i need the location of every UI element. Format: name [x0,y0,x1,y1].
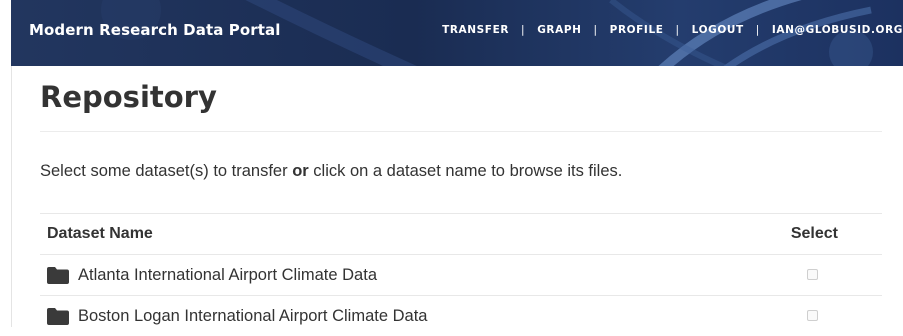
nav-separator: | [593,24,598,36]
dataset-name-link[interactable]: Boston Logan International Airport Clima… [78,307,427,326]
table-row: Boston Logan International Airport Clima… [40,295,882,336]
dataset-select-checkbox[interactable] [807,269,818,280]
main-nav: TRANSFER | GRAPH | PROFILE | LOGOUT | IA… [442,24,903,36]
dataset-table: Dataset Name Select Atlanta Internationa… [40,213,882,336]
nav-profile[interactable]: PROFILE [610,24,664,36]
nav-transfer[interactable]: TRANSFER [442,24,509,36]
window-left-edge [0,66,12,327]
dataset-name-link[interactable]: Atlanta International Airport Climate Da… [78,266,377,285]
instructions-part-2: click on a dataset name to browse its fi… [308,162,623,180]
table-row: Atlanta International Airport Climate Da… [40,254,882,295]
column-header-dataset-name: Dataset Name [47,225,153,242]
nav-separator: | [755,24,760,36]
top-navbar: Modern Research Data Portal TRANSFER | G… [11,0,903,66]
table-header-row: Dataset Name Select [40,213,882,254]
nav-user-email[interactable]: IAN@GLOBUSID.ORG [772,24,903,36]
instructions-part-1: Select some dataset(s) to transfer [40,162,293,180]
dataset-select-checkbox[interactable] [807,310,818,321]
instructions-emphasis: or [292,162,309,180]
brand-title[interactable]: Modern Research Data Portal [29,21,281,39]
nav-logout[interactable]: LOGOUT [692,24,744,36]
column-header-select: Select [790,225,838,242]
nav-separator: | [521,24,526,36]
folder-icon[interactable] [47,308,69,325]
nav-separator: | [675,24,680,36]
title-divider [40,131,882,132]
instructions-text: Select some dataset(s) to transfer or cl… [40,162,622,181]
nav-graph[interactable]: GRAPH [537,24,581,36]
folder-icon[interactable] [47,267,69,284]
page-title: Repository [40,80,217,114]
